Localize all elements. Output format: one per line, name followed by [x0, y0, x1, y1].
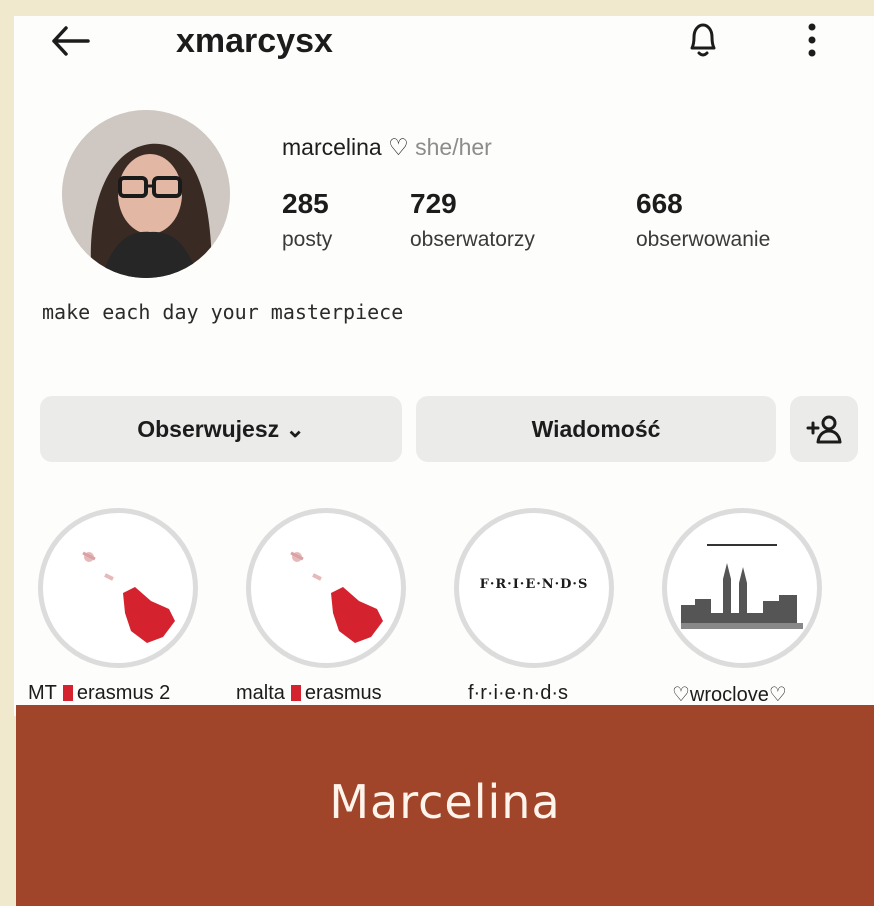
- friends-logo-text: F·R·I·E·N·D·S: [479, 577, 589, 592]
- stat-following-value: 668: [636, 188, 683, 219]
- highlight-label-2-suffix: erasmus: [304, 682, 382, 704]
- stat-following[interactable]: 668 obserwowanie: [636, 188, 770, 252]
- highlight-wroclove[interactable]: [662, 508, 822, 668]
- highlight-friends[interactable]: F·R·I·E·N·D·S: [454, 508, 614, 668]
- add-person-button[interactable]: [790, 396, 858, 462]
- banner-title: Marcelina: [329, 774, 561, 829]
- highlight-label-3: f·r·i·e·n·d·s: [468, 682, 568, 704]
- top-bar: xmarcysx: [14, 16, 874, 76]
- stat-posts-label: posty: [282, 228, 333, 251]
- display-name-line: marcelina ♡ she/her: [282, 134, 492, 161]
- city-skyline-icon: [681, 544, 803, 629]
- red-square-icon: [290, 685, 301, 701]
- highlight-label-1: MT erasmus 2: [28, 682, 170, 705]
- highlight-malta-2[interactable]: [246, 508, 406, 668]
- bell-icon[interactable]: [686, 20, 720, 60]
- more-options-icon[interactable]: [806, 22, 818, 58]
- stat-followers[interactable]: 729 obserwatorzy: [410, 188, 535, 252]
- display-name: marcelina ♡: [282, 134, 409, 160]
- highlight-malta-1[interactable]: [38, 508, 198, 668]
- stat-followers-label: obserwatorzy: [410, 228, 535, 251]
- profile-bio: make each day your masterpiece: [42, 300, 404, 324]
- highlight-label-2: malta erasmus: [236, 682, 382, 705]
- highlight-label-1-suffix: erasmus 2: [76, 682, 171, 704]
- red-square-icon: [62, 685, 73, 701]
- profile-avatar[interactable]: [62, 110, 230, 278]
- stat-posts[interactable]: 285 posty: [282, 188, 332, 252]
- profile-username: xmarcysx: [176, 22, 333, 60]
- highlight-label-4: ♡wroclove♡: [672, 684, 787, 706]
- stat-posts-value: 285: [282, 188, 329, 219]
- pronouns: she/her: [415, 134, 492, 160]
- message-button[interactable]: Wiadomość: [416, 396, 776, 462]
- malta-map-icon: [82, 551, 175, 643]
- back-arrow-icon[interactable]: [50, 24, 90, 58]
- name-banner: Marcelina: [16, 705, 874, 906]
- profile-screen: xmarcysx marcelina ♡ she/her 285 posty 7…: [14, 16, 874, 716]
- malta-map-icon: [290, 551, 383, 643]
- highlight-label-1-prefix: MT: [28, 682, 57, 704]
- add-person-icon: [806, 415, 842, 444]
- stat-followers-value: 729: [410, 188, 457, 219]
- following-button[interactable]: Obserwujesz ⌄: [40, 396, 402, 462]
- highlight-label-2-prefix: malta: [236, 682, 285, 704]
- stat-following-label: obserwowanie: [636, 228, 771, 251]
